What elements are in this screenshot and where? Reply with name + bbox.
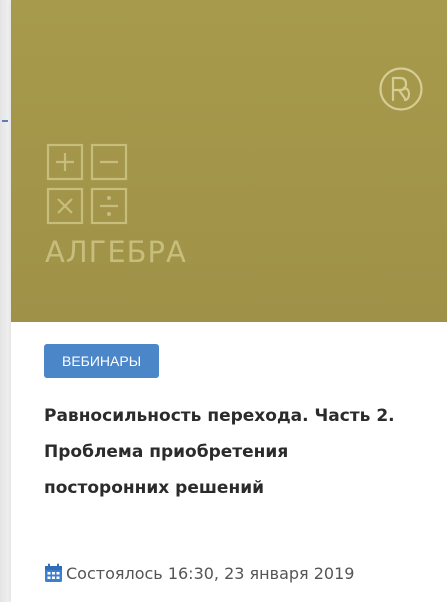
- subject-label: АЛГЕБРА: [45, 235, 187, 269]
- card-title[interactable]: Равносильность перехода. Часть 2. Пробле…: [44, 398, 434, 506]
- plus-minus-multiply-divide-icon: [46, 143, 128, 225]
- page: АЛГЕБРА ВЕБИНАРЫ Равносильность перехода…: [0, 0, 447, 602]
- event-date: Состоялось 16:30, 23 января 2019: [44, 563, 354, 583]
- title-line: посторонних решений: [44, 478, 265, 498]
- event-date-text: Состоялось 16:30, 23 января 2019: [66, 563, 355, 583]
- title-line: Равносильность перехода. Часть 2.: [44, 406, 395, 426]
- card-body: ВЕБИНАРЫ Равносильность перехода. Часть …: [11, 322, 447, 506]
- webinar-card[interactable]: АЛГЕБРА ВЕБИНАРЫ Равносильность перехода…: [11, 0, 447, 602]
- card-cover-image[interactable]: АЛГЕБРА: [11, 0, 447, 322]
- title-line: Проблема приобретения: [44, 442, 289, 462]
- category-badge[interactable]: ВЕБИНАРЫ: [44, 344, 160, 378]
- r-monogram-logo-icon: [379, 67, 423, 111]
- calendar-icon: [45, 563, 62, 582]
- left-edge-link-mark: [2, 120, 8, 122]
